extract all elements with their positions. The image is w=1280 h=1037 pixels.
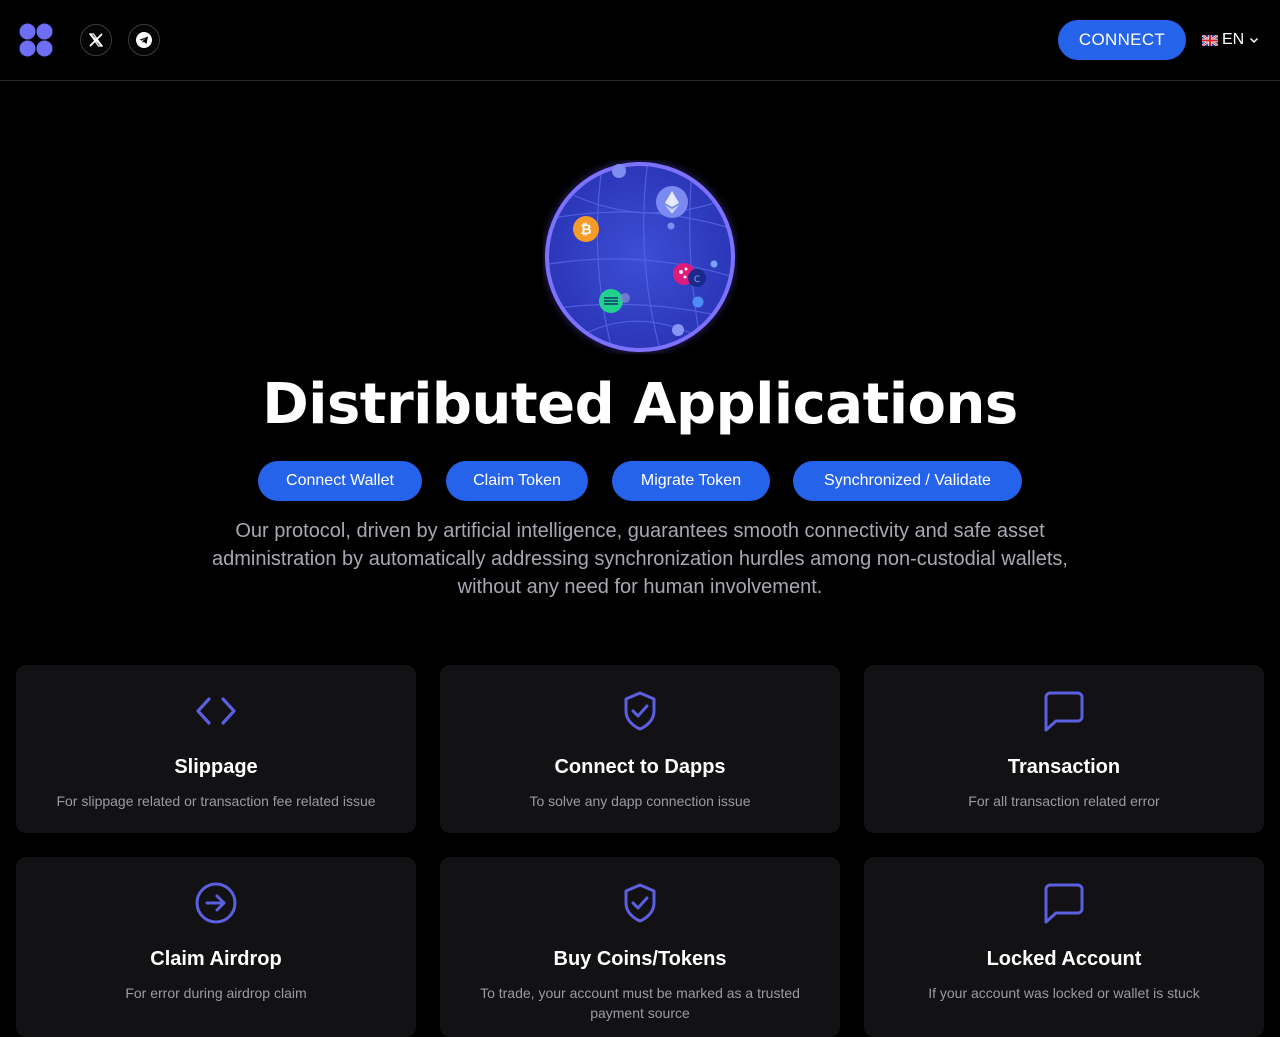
migrate-token-button[interactable]: Migrate Token bbox=[612, 461, 770, 501]
card-subtitle: For error during airdrop claim bbox=[125, 985, 307, 1001]
shield-check-icon bbox=[618, 689, 662, 733]
card-connect-to-dapps[interactable]: Connect to Dapps To solve any dapp conne… bbox=[440, 665, 840, 833]
hero-description: Our protocol, driven by artificial intel… bbox=[211, 520, 1068, 598]
chevron-down-icon bbox=[1250, 37, 1259, 44]
claim-token-button[interactable]: Claim Token bbox=[446, 461, 588, 501]
x-icon[interactable] bbox=[80, 24, 112, 56]
message-icon bbox=[1042, 881, 1086, 925]
card-buy-coins[interactable]: Buy Coins/Tokens To trade, your account … bbox=[440, 857, 840, 1037]
message-icon bbox=[1042, 689, 1086, 733]
action-buttons: Connect Wallet Claim Token Migrate Token… bbox=[0, 461, 1280, 501]
card-title: Claim Airdrop bbox=[150, 948, 282, 970]
svg-text:C: C bbox=[694, 275, 700, 285]
uk-flag-icon bbox=[1202, 34, 1218, 46]
card-subtitle: If your account was locked or wallet is … bbox=[928, 985, 1200, 1001]
top-bar: CONNECT EN bbox=[0, 0, 1280, 81]
language-label: EN bbox=[1222, 31, 1245, 48]
page-title: Distributed Applications bbox=[262, 372, 1018, 437]
shield-check-icon bbox=[618, 881, 662, 925]
code-icon bbox=[194, 689, 238, 733]
card-transaction[interactable]: Transaction For all transaction related … bbox=[864, 665, 1264, 833]
connect-button[interactable]: CONNECT bbox=[1058, 20, 1186, 60]
synchronize-validate-button[interactable]: Synchronized / Validate bbox=[793, 461, 1022, 501]
card-title: Connect to Dapps bbox=[554, 756, 726, 778]
language-selector[interactable]: EN bbox=[1202, 30, 1260, 50]
card-title: Transaction bbox=[1007, 756, 1121, 778]
svg-text:₿: ₿ bbox=[580, 222, 591, 238]
connect-wallet-button[interactable]: Connect Wallet bbox=[258, 461, 422, 501]
card-locked-account[interactable]: Locked Account If your account was locke… bbox=[864, 857, 1264, 1037]
globe-illustration: ₿ C bbox=[543, 160, 737, 354]
card-subtitle: To trade, your account must be marked as… bbox=[480, 985, 800, 1021]
card-title: Buy Coins/Tokens bbox=[553, 948, 727, 970]
card-title: Slippage bbox=[174, 756, 258, 778]
card-subtitle: For all transaction related error bbox=[968, 793, 1160, 809]
card-claim-airdrop[interactable]: Claim Airdrop For error during airdrop c… bbox=[16, 857, 416, 1037]
telegram-icon[interactable] bbox=[128, 24, 160, 56]
card-subtitle: For slippage related or transaction fee … bbox=[56, 793, 376, 809]
arrow-right-circle-icon bbox=[194, 881, 238, 925]
card-subtitle: To solve any dapp connection issue bbox=[529, 793, 751, 809]
card-slippage[interactable]: Slippage For slippage related or transac… bbox=[16, 665, 416, 833]
logo-icon[interactable] bbox=[19, 23, 53, 57]
card-title: Locked Account bbox=[986, 948, 1142, 970]
